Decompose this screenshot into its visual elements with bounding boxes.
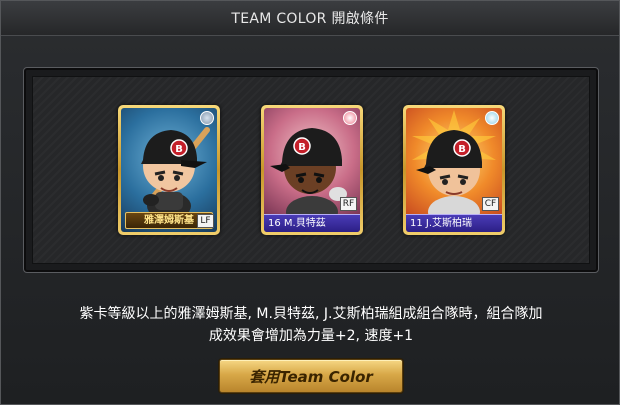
position-badge: LF [197, 214, 214, 228]
position-badge: RF [340, 197, 357, 211]
baseball-icon [200, 111, 214, 125]
card-name-plate: 11 J.艾斯柏瑞 [406, 214, 502, 232]
star-badge-icon [343, 111, 357, 125]
player-card-face: B 雅澤姆斯基 LF [121, 108, 217, 232]
position-badge: CF [482, 197, 499, 211]
svg-text:B: B [298, 142, 306, 153]
team-color-dialog: TEAM COLOR 開啟條件 B 雅澤姆斯基 LF B RF 16 M.貝特茲… [0, 0, 620, 405]
snowflake-badge-icon [485, 111, 499, 125]
team-color-description: 紫卡等級以上的雅澤姆斯基, M.貝特茲, J.艾斯柏瑞組成組合隊時，組合隊加 成… [21, 303, 601, 347]
player-card-face: B RF 16 M.貝特茲 [264, 108, 360, 232]
player-card-face: B CF 11 J.艾斯柏瑞 [406, 108, 502, 232]
description-line-2: 成效果會增加為力量+2, 速度+1 [208, 328, 414, 344]
apply-team-color-button[interactable]: 套用Team Color [219, 359, 403, 393]
player-card-2[interactable]: B RF 16 M.貝特茲 [261, 105, 363, 235]
player-card-3[interactable]: B CF 11 J.艾斯柏瑞 [403, 105, 505, 235]
description-line-1: 紫卡等級以上的雅澤姆斯基, M.貝特茲, J.艾斯柏瑞組成組合隊時，組合隊加 [79, 306, 543, 322]
player-card-1[interactable]: B 雅澤姆斯基 LF [118, 105, 220, 235]
dialog-title: TEAM COLOR 開啟條件 [231, 11, 389, 27]
card-name-plate: 16 M.貝特茲 [264, 214, 360, 232]
dialog-title-bar: TEAM COLOR 開啟條件 [1, 1, 619, 36]
svg-text:B: B [175, 144, 183, 155]
svg-text:B: B [458, 144, 466, 155]
